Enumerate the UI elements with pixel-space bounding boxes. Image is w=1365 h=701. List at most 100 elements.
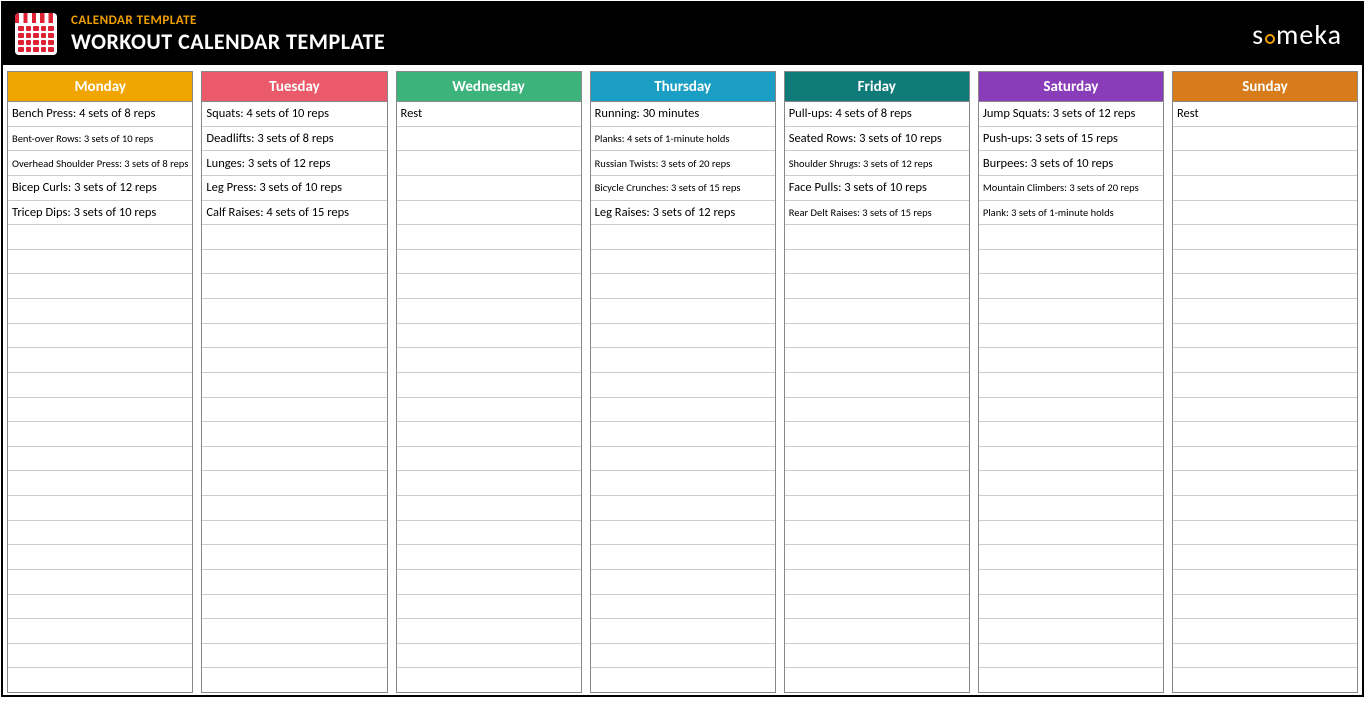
workout-cell[interactable] <box>591 422 775 447</box>
workout-cell[interactable] <box>979 447 1163 472</box>
workout-cell[interactable] <box>979 225 1163 250</box>
workout-cell[interactable] <box>202 250 386 275</box>
workout-cell[interactable] <box>8 668 192 692</box>
workout-cell[interactable] <box>979 619 1163 644</box>
workout-cell[interactable]: Push-ups: 3 sets of 15 reps <box>979 127 1163 152</box>
workout-cell[interactable] <box>785 496 969 521</box>
workout-cell[interactable] <box>8 521 192 546</box>
workout-cell[interactable]: Bicep Curls: 3 sets of 12 reps <box>8 176 192 201</box>
workout-cell[interactable] <box>785 422 969 447</box>
workout-cell[interactable] <box>202 570 386 595</box>
workout-cell[interactable] <box>591 595 775 620</box>
workout-cell[interactable] <box>1173 127 1357 152</box>
workout-cell[interactable] <box>8 373 192 398</box>
workout-cell[interactable] <box>1173 570 1357 595</box>
workout-cell[interactable] <box>591 447 775 472</box>
workout-cell[interactable] <box>397 595 581 620</box>
workout-cell[interactable] <box>8 471 192 496</box>
workout-cell[interactable] <box>785 299 969 324</box>
workout-cell[interactable] <box>397 250 581 275</box>
workout-cell[interactable]: Burpees: 3 sets of 10 reps <box>979 151 1163 176</box>
workout-cell[interactable] <box>1173 619 1357 644</box>
workout-cell[interactable] <box>8 570 192 595</box>
workout-cell[interactable]: Rest <box>397 102 581 127</box>
workout-cell[interactable] <box>591 373 775 398</box>
workout-cell[interactable] <box>202 619 386 644</box>
workout-cell[interactable] <box>591 668 775 692</box>
workout-cell[interactable] <box>8 644 192 669</box>
workout-cell[interactable] <box>1173 176 1357 201</box>
workout-cell[interactable] <box>1173 521 1357 546</box>
workout-cell[interactable] <box>397 619 581 644</box>
workout-cell[interactable]: Bicycle Crunches: 3 sets of 15 reps <box>591 176 775 201</box>
workout-cell[interactable] <box>785 373 969 398</box>
workout-cell[interactable] <box>397 176 581 201</box>
workout-cell[interactable] <box>8 324 192 349</box>
workout-cell[interactable] <box>397 545 581 570</box>
workout-cell[interactable]: Rear Delt Raises: 3 sets of 15 reps <box>785 201 969 226</box>
workout-cell[interactable] <box>591 496 775 521</box>
workout-cell[interactable] <box>202 496 386 521</box>
workout-cell[interactable] <box>785 250 969 275</box>
workout-cell[interactable] <box>591 521 775 546</box>
workout-cell[interactable]: Plank: 3 sets of 1-minute holds <box>979 201 1163 226</box>
workout-cell[interactable] <box>397 570 581 595</box>
workout-cell[interactable] <box>591 398 775 423</box>
workout-cell[interactable] <box>1173 373 1357 398</box>
workout-cell[interactable]: Face Pulls: 3 sets of 10 reps <box>785 176 969 201</box>
workout-cell[interactable] <box>979 570 1163 595</box>
workout-cell[interactable] <box>8 299 192 324</box>
workout-cell[interactable] <box>202 398 386 423</box>
workout-cell[interactable] <box>591 225 775 250</box>
workout-cell[interactable] <box>397 324 581 349</box>
workout-cell[interactable] <box>397 447 581 472</box>
workout-cell[interactable] <box>202 422 386 447</box>
workout-cell[interactable] <box>202 299 386 324</box>
workout-cell[interactable] <box>979 471 1163 496</box>
workout-cell[interactable] <box>1173 595 1357 620</box>
workout-cell[interactable] <box>202 595 386 620</box>
workout-cell[interactable] <box>979 595 1163 620</box>
workout-cell[interactable] <box>397 496 581 521</box>
workout-cell[interactable]: Tricep Dips: 3 sets of 10 reps <box>8 201 192 226</box>
workout-cell[interactable] <box>397 348 581 373</box>
workout-cell[interactable] <box>202 521 386 546</box>
workout-cell[interactable] <box>785 348 969 373</box>
workout-cell[interactable] <box>8 250 192 275</box>
workout-cell[interactable]: Bench Press: 4 sets of 8 reps <box>8 102 192 127</box>
workout-cell[interactable]: Squats: 4 sets of 10 reps <box>202 102 386 127</box>
workout-cell[interactable] <box>785 225 969 250</box>
workout-cell[interactable] <box>979 250 1163 275</box>
workout-cell[interactable] <box>397 201 581 226</box>
workout-cell[interactable] <box>397 225 581 250</box>
workout-cell[interactable]: Leg Press: 3 sets of 10 reps <box>202 176 386 201</box>
workout-cell[interactable] <box>591 570 775 595</box>
workout-cell[interactable] <box>1173 201 1357 226</box>
workout-cell[interactable]: Jump Squats: 3 sets of 12 reps <box>979 102 1163 127</box>
workout-cell[interactable] <box>8 619 192 644</box>
workout-cell[interactable] <box>591 274 775 299</box>
workout-cell[interactable] <box>591 545 775 570</box>
workout-cell[interactable]: Bent-over Rows: 3 sets of 10 reps <box>8 127 192 152</box>
workout-cell[interactable] <box>397 422 581 447</box>
workout-cell[interactable] <box>1173 668 1357 692</box>
workout-cell[interactable]: Russian Twists: 3 sets of 20 reps <box>591 151 775 176</box>
workout-cell[interactable]: Planks: 4 sets of 1-minute holds <box>591 127 775 152</box>
workout-cell[interactable] <box>1173 348 1357 373</box>
workout-cell[interactable] <box>397 398 581 423</box>
workout-cell[interactable]: Running: 30 minutes <box>591 102 775 127</box>
workout-cell[interactable] <box>397 299 581 324</box>
workout-cell[interactable] <box>785 619 969 644</box>
workout-cell[interactable] <box>979 668 1163 692</box>
workout-cell[interactable] <box>1173 225 1357 250</box>
workout-cell[interactable] <box>202 274 386 299</box>
workout-cell[interactable] <box>202 225 386 250</box>
workout-cell[interactable] <box>8 348 192 373</box>
workout-cell[interactable] <box>202 348 386 373</box>
workout-cell[interactable] <box>979 422 1163 447</box>
workout-cell[interactable] <box>397 127 581 152</box>
workout-cell[interactable] <box>1173 447 1357 472</box>
workout-cell[interactable] <box>397 373 581 398</box>
workout-cell[interactable] <box>202 373 386 398</box>
workout-cell[interactable]: Rest <box>1173 102 1357 127</box>
